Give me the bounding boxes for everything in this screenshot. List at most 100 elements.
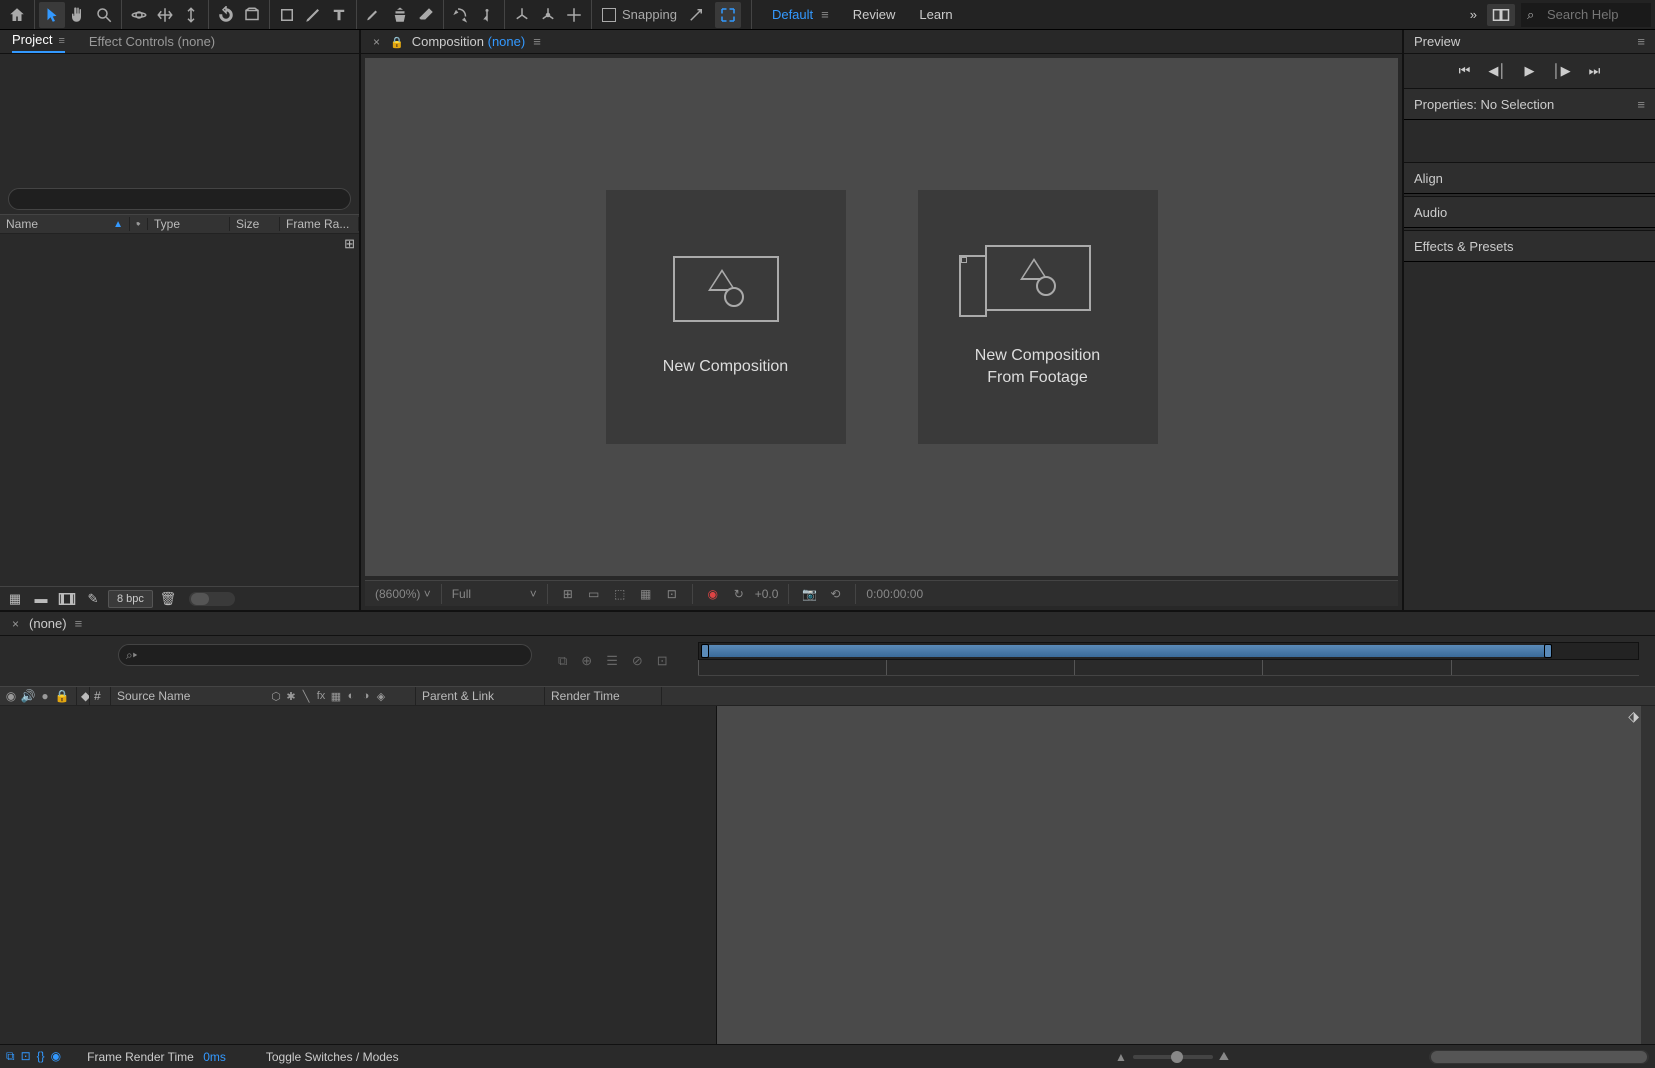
align-panel-header[interactable]: Align [1404, 162, 1655, 194]
timeline-panel-menu-icon[interactable]: ≡ [75, 616, 83, 635]
mask-visibility-icon[interactable]: ▭ [584, 585, 604, 603]
close-tab-button[interactable]: × [371, 35, 382, 53]
region-of-interest-icon[interactable]: ⬚ [610, 585, 630, 603]
project-column-name[interactable]: Name▲ [0, 217, 130, 231]
collapse-switch-icon[interactable]: ✱ [284, 690, 298, 703]
snapshot-icon[interactable]: 📷 [799, 585, 819, 603]
toggle-in-out-icon[interactable]: {} [37, 1049, 45, 1064]
rotate-tool[interactable] [213, 2, 239, 28]
snap-collapse-icon[interactable] [683, 2, 709, 28]
pen-tool[interactable] [300, 2, 326, 28]
audio-panel-header[interactable]: Audio [1404, 196, 1655, 228]
workspace-learn[interactable]: Learn [919, 7, 952, 22]
orbit-tool[interactable] [126, 2, 152, 28]
first-frame-button[interactable]: ⏮ [1459, 63, 1471, 79]
draft-3d-icon[interactable]: ⊕ [581, 653, 592, 669]
timeline-vertical-scrollbar[interactable] [1641, 706, 1655, 1044]
timeline-layer-list[interactable] [0, 706, 716, 1044]
effects-presets-panel-header[interactable]: Effects & Presets [1404, 230, 1655, 262]
current-time-display[interactable]: 0:00:00:00 [866, 587, 923, 601]
source-name-column[interactable]: Source Name [111, 689, 267, 703]
last-frame-button[interactable]: ⏭ [1589, 63, 1601, 79]
snapping-toggle[interactable]: Snapping [602, 2, 677, 28]
shy-switch-icon[interactable]: ⬡ [269, 690, 283, 703]
interpret-footage-button[interactable]: ▦ [4, 589, 26, 609]
zoom-level-dropdown[interactable]: (8600%) ˅ [375, 587, 431, 601]
project-column-label[interactable] [130, 218, 148, 230]
text-tool[interactable] [326, 2, 352, 28]
local-axis-icon[interactable] [509, 2, 535, 28]
project-search-input[interactable] [8, 188, 351, 210]
clone-stamp-tool[interactable] [387, 2, 413, 28]
fx-switch-icon[interactable]: fx [314, 690, 328, 703]
project-items-list[interactable]: ⊞ [0, 234, 359, 586]
workspace-default-menu-icon[interactable]: ≡ [821, 7, 829, 22]
dolly-tool[interactable] [178, 2, 204, 28]
home-button[interactable] [4, 2, 30, 28]
project-column-size[interactable]: Size [230, 217, 280, 231]
delete-button[interactable]: 🗑 [157, 589, 179, 609]
toggle-switches-modes-button[interactable]: Toggle Switches / Modes [246, 1050, 419, 1064]
timeline-tab[interactable]: (none) [29, 616, 67, 635]
puppet-tool[interactable] [474, 2, 500, 28]
timeline-zoom-slider[interactable] [1133, 1055, 1213, 1059]
transparency-grid-icon[interactable]: ⊞ [558, 585, 578, 603]
play-button[interactable]: ▶ [1525, 63, 1535, 79]
selection-tool[interactable] [39, 2, 65, 28]
project-settings-button[interactable]: ✎ [82, 589, 104, 609]
close-timeline-tab-button[interactable]: × [10, 617, 21, 635]
resolution-dropdown[interactable]: Full [452, 587, 524, 601]
project-column-framerate[interactable]: Frame Ra... [280, 217, 359, 231]
zoom-in-icon[interactable]: ⛰ [1219, 1049, 1229, 1064]
project-tab[interactable]: Project≡ [12, 32, 65, 53]
timeline-horizontal-scrollbar[interactable] [1429, 1050, 1649, 1064]
new-composition-from-footage-button[interactable]: New Composition From Footage [918, 190, 1158, 444]
composition-panel-menu-icon[interactable]: ≡ [533, 34, 541, 53]
previous-frame-button[interactable]: ◀│ [1488, 63, 1506, 79]
exposure-value[interactable]: +0.0 [755, 587, 779, 601]
world-axis-icon[interactable] [535, 2, 561, 28]
project-thumbnail-slider[interactable] [189, 592, 235, 606]
sync-settings-button[interactable] [1487, 4, 1515, 26]
view-axis-icon[interactable] [561, 2, 587, 28]
adjustment-switch-icon[interactable]: ◑ [359, 690, 373, 703]
toggle-switches-icon[interactable]: ⧉ [6, 1049, 15, 1064]
effect-controls-tab[interactable]: Effect Controls (none) [89, 34, 215, 53]
channel-icon[interactable]: ▦ [636, 585, 656, 603]
workspace-review[interactable]: Review [853, 7, 896, 22]
toggle-modes-icon[interactable]: ⊡ [21, 1049, 31, 1064]
hand-tool[interactable] [65, 2, 91, 28]
work-area-bar[interactable] [703, 645, 1548, 657]
workspace-overflow-icon[interactable]: » [1470, 7, 1477, 22]
roto-tool[interactable] [448, 2, 474, 28]
solo-column-icon[interactable]: ● [38, 689, 52, 703]
bit-depth-button[interactable]: 8 bpc [108, 590, 153, 608]
zoom-out-icon[interactable]: ▲ [1115, 1050, 1127, 1064]
work-area-end-handle[interactable] [1544, 644, 1552, 658]
zoom-tool[interactable] [91, 2, 117, 28]
audio-column-icon[interactable]: 🔊 [21, 689, 35, 703]
new-composition-button[interactable] [56, 589, 78, 609]
pan-tool[interactable] [152, 2, 178, 28]
workspace-default[interactable]: Default [772, 7, 813, 22]
frame-blend-icon[interactable]: ⊘ [632, 653, 643, 669]
show-snapshot-icon[interactable]: ⟲ [825, 585, 845, 603]
color-management-icon[interactable]: ◉ [703, 585, 723, 603]
new-composition-button[interactable]: New Composition [606, 190, 846, 444]
search-help-input[interactable] [1521, 3, 1651, 27]
label-column-icon[interactable]: ◆ [77, 689, 89, 703]
new-folder-button[interactable]: ▬ [30, 589, 52, 609]
grid-icon[interactable]: ⊡ [662, 585, 682, 603]
composition-tab[interactable]: Composition (none) [412, 34, 525, 53]
render-time-column[interactable]: Render Time [545, 689, 661, 703]
parent-link-column[interactable]: Parent & Link [416, 689, 544, 703]
work-area-start-handle[interactable] [701, 644, 709, 658]
lock-icon[interactable]: 🔒 [390, 36, 404, 53]
timeline-search-input[interactable] [118, 644, 532, 666]
reset-exposure-icon[interactable]: ↻ [729, 585, 749, 603]
shy-layers-icon[interactable]: ☰ [606, 653, 618, 669]
marker-bin-icon[interactable]: ⬗ [1628, 708, 1639, 725]
flowchart-icon[interactable]: ⊞ [344, 236, 355, 252]
snap-expand-icon[interactable] [715, 2, 741, 28]
frame-blend-switch-icon[interactable]: ▦ [329, 690, 343, 703]
